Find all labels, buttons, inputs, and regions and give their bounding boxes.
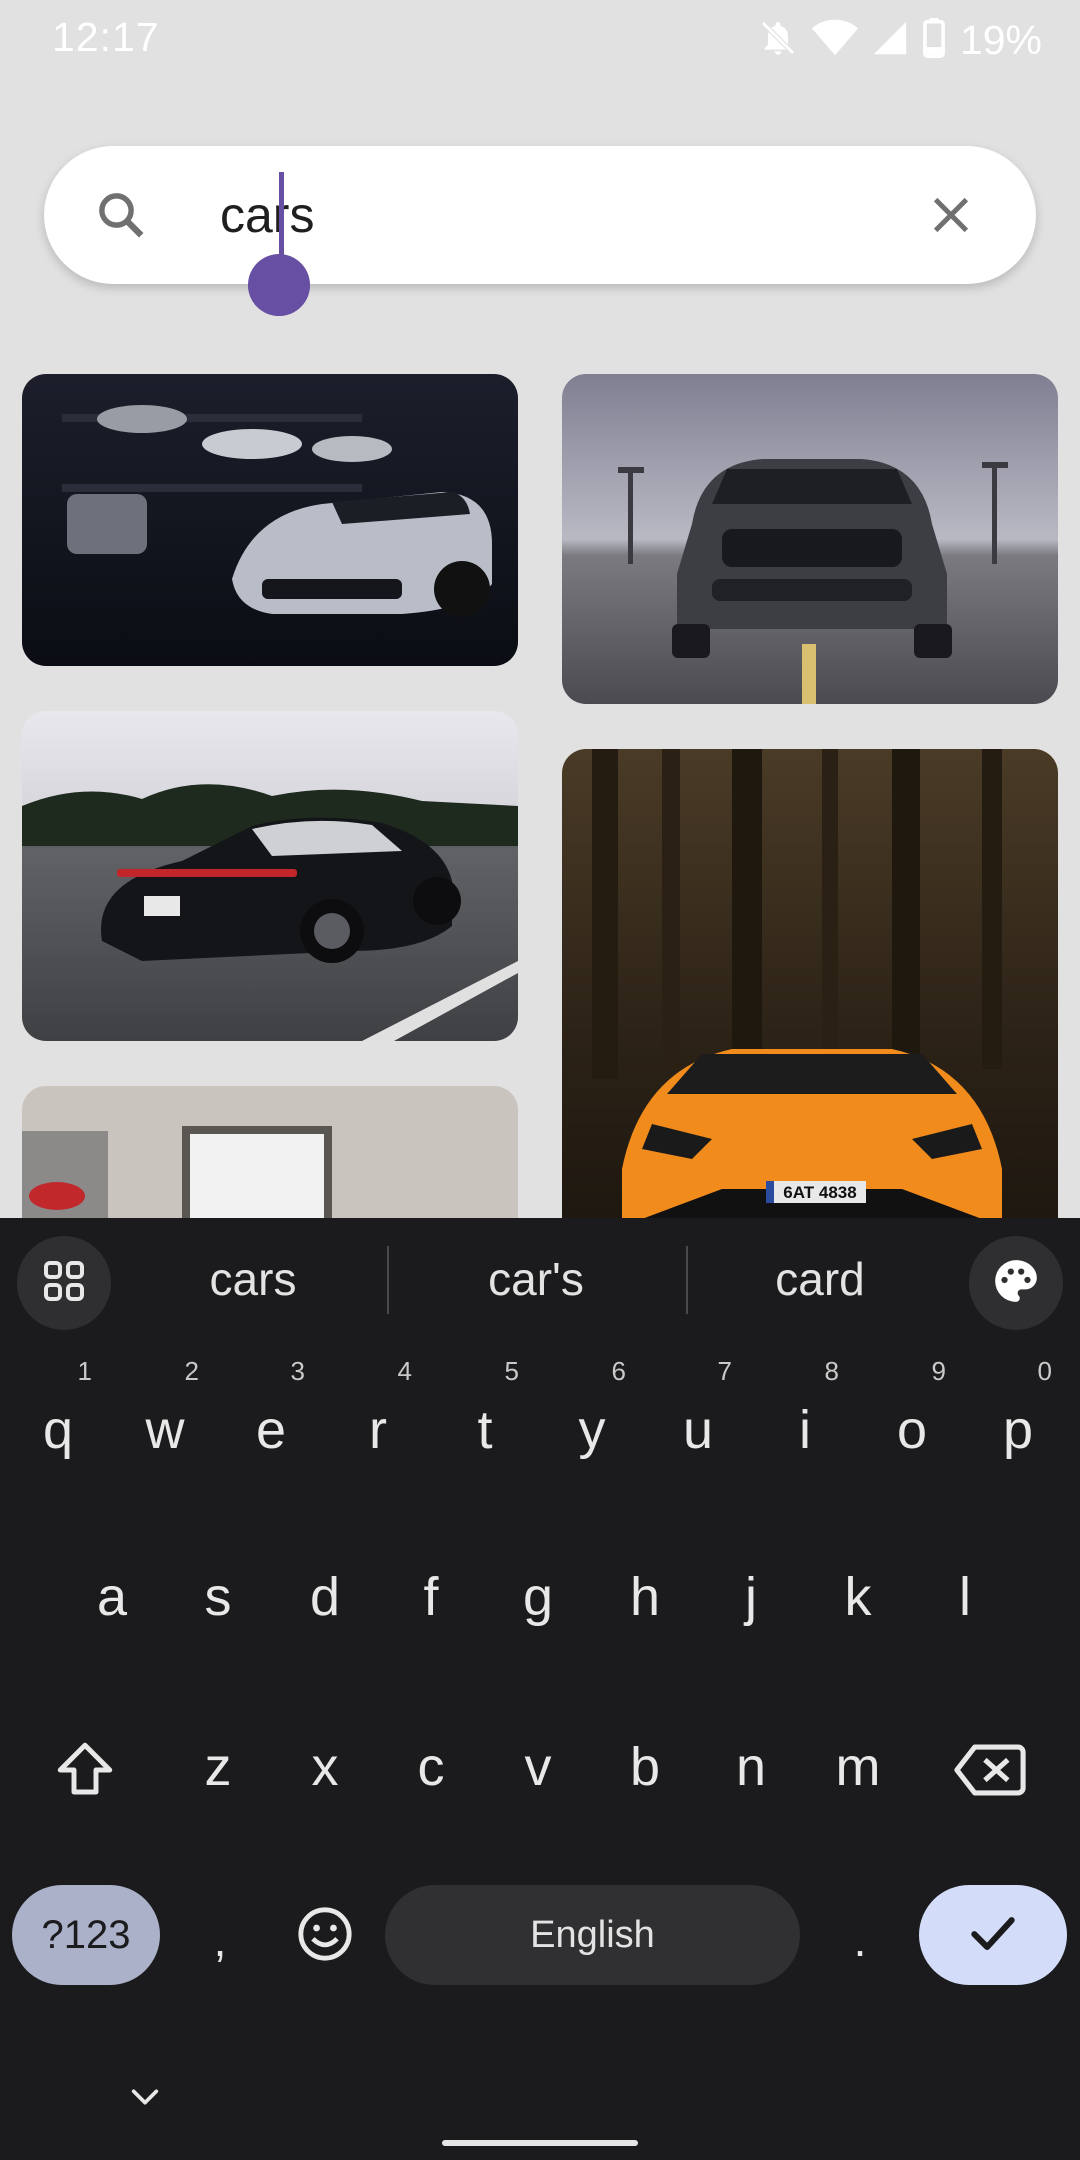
gesture-nav-handle[interactable] bbox=[442, 2140, 638, 2146]
result-image-camaro[interactable] bbox=[22, 374, 518, 666]
palette-icon bbox=[991, 1256, 1041, 1311]
enter-key[interactable] bbox=[919, 1885, 1067, 1985]
key-l[interactable]: l bbox=[915, 1522, 1015, 1672]
key-p[interactable]: p0 bbox=[968, 1355, 1068, 1505]
search-icon bbox=[94, 188, 148, 247]
notifications-off-icon bbox=[758, 18, 798, 63]
key-hint: 4 bbox=[397, 1356, 412, 1386]
wifi-icon bbox=[811, 18, 858, 63]
backspace-icon bbox=[954, 1742, 1026, 1803]
license-plate-text: 6AT 4838 bbox=[783, 1183, 856, 1202]
key-v[interactable]: v bbox=[488, 1692, 588, 1842]
key-u[interactable]: u7 bbox=[648, 1355, 748, 1505]
apps-grid-icon bbox=[40, 1257, 88, 1310]
key-hint: 9 bbox=[931, 1356, 946, 1386]
theme-button[interactable] bbox=[969, 1236, 1063, 1330]
shift-key[interactable] bbox=[45, 1712, 125, 1832]
emoji-key[interactable] bbox=[290, 1886, 360, 1986]
battery-icon bbox=[922, 17, 946, 63]
key-hint: 8 bbox=[824, 1356, 839, 1386]
text-cursor bbox=[279, 172, 284, 256]
clear-icon[interactable] bbox=[928, 192, 974, 243]
key-hint: 0 bbox=[1037, 1356, 1052, 1386]
key-d[interactable]: d bbox=[275, 1522, 375, 1672]
key-w[interactable]: w2 bbox=[115, 1355, 215, 1505]
key-c[interactable]: c bbox=[381, 1692, 481, 1842]
result-image-porsche[interactable] bbox=[22, 711, 518, 1041]
symbols-key[interactable]: ?123 bbox=[12, 1885, 160, 1985]
key-z[interactable]: z bbox=[168, 1692, 268, 1842]
status-bar: 12:17 19% bbox=[0, 0, 1080, 80]
key-f[interactable]: f bbox=[381, 1522, 481, 1672]
key-o[interactable]: o9 bbox=[862, 1355, 962, 1505]
key-a[interactable]: a bbox=[62, 1522, 162, 1672]
period-key[interactable]: . bbox=[830, 1890, 890, 1990]
key-m[interactable]: m bbox=[808, 1692, 908, 1842]
key-q[interactable]: q1 bbox=[8, 1355, 108, 1505]
status-time: 12:17 bbox=[52, 14, 160, 60]
key-x[interactable]: x bbox=[275, 1692, 375, 1842]
key-j[interactable]: j bbox=[701, 1522, 801, 1672]
suggestion-1[interactable]: cars bbox=[113, 1244, 393, 1314]
key-hint: 5 bbox=[504, 1356, 519, 1386]
suggestion-3[interactable]: card bbox=[680, 1244, 960, 1314]
hide-keyboard-icon[interactable] bbox=[128, 2080, 162, 2119]
key-g[interactable]: g bbox=[488, 1522, 588, 1672]
result-image-mustang[interactable] bbox=[562, 374, 1058, 704]
backspace-key[interactable] bbox=[945, 1712, 1035, 1832]
key-t[interactable]: t5 bbox=[435, 1355, 535, 1505]
key-b[interactable]: b bbox=[595, 1692, 695, 1842]
search-bar[interactable] bbox=[44, 146, 1036, 284]
comma-key[interactable]: , bbox=[190, 1890, 250, 1990]
key-k[interactable]: k bbox=[808, 1522, 908, 1672]
status-icons: 19% bbox=[758, 16, 1042, 64]
key-h[interactable]: h bbox=[595, 1522, 695, 1672]
result-image-lamborghini[interactable]: 6AT 4838 bbox=[562, 749, 1058, 1249]
cursor-handle[interactable] bbox=[248, 254, 310, 321]
key-r[interactable]: r4 bbox=[328, 1355, 428, 1505]
apps-grid-button[interactable] bbox=[17, 1236, 111, 1330]
suggestion-strip: cars car's card bbox=[0, 1218, 1080, 1340]
key-i[interactable]: i8 bbox=[755, 1355, 855, 1505]
space-key[interactable]: English bbox=[385, 1885, 800, 1985]
key-hint: 7 bbox=[717, 1356, 732, 1386]
key-hint: 1 bbox=[77, 1356, 92, 1386]
battery-percent: 19% bbox=[959, 16, 1042, 63]
key-y[interactable]: y6 bbox=[542, 1355, 642, 1505]
suggestion-2[interactable]: car's bbox=[396, 1244, 676, 1314]
key-hint: 2 bbox=[184, 1356, 199, 1386]
shift-icon bbox=[52, 1737, 118, 1808]
cell-signal-icon bbox=[872, 18, 908, 63]
key-n[interactable]: n bbox=[701, 1692, 801, 1842]
checkmark-icon bbox=[965, 1905, 1021, 1966]
key-e[interactable]: e3 bbox=[221, 1355, 321, 1505]
key-s[interactable]: s bbox=[168, 1522, 268, 1672]
suggestion-divider bbox=[387, 1246, 389, 1314]
key-hint: 6 bbox=[611, 1356, 626, 1386]
emoji-icon bbox=[296, 1905, 354, 1968]
search-input[interactable] bbox=[174, 172, 914, 258]
key-hint: 3 bbox=[290, 1356, 305, 1386]
